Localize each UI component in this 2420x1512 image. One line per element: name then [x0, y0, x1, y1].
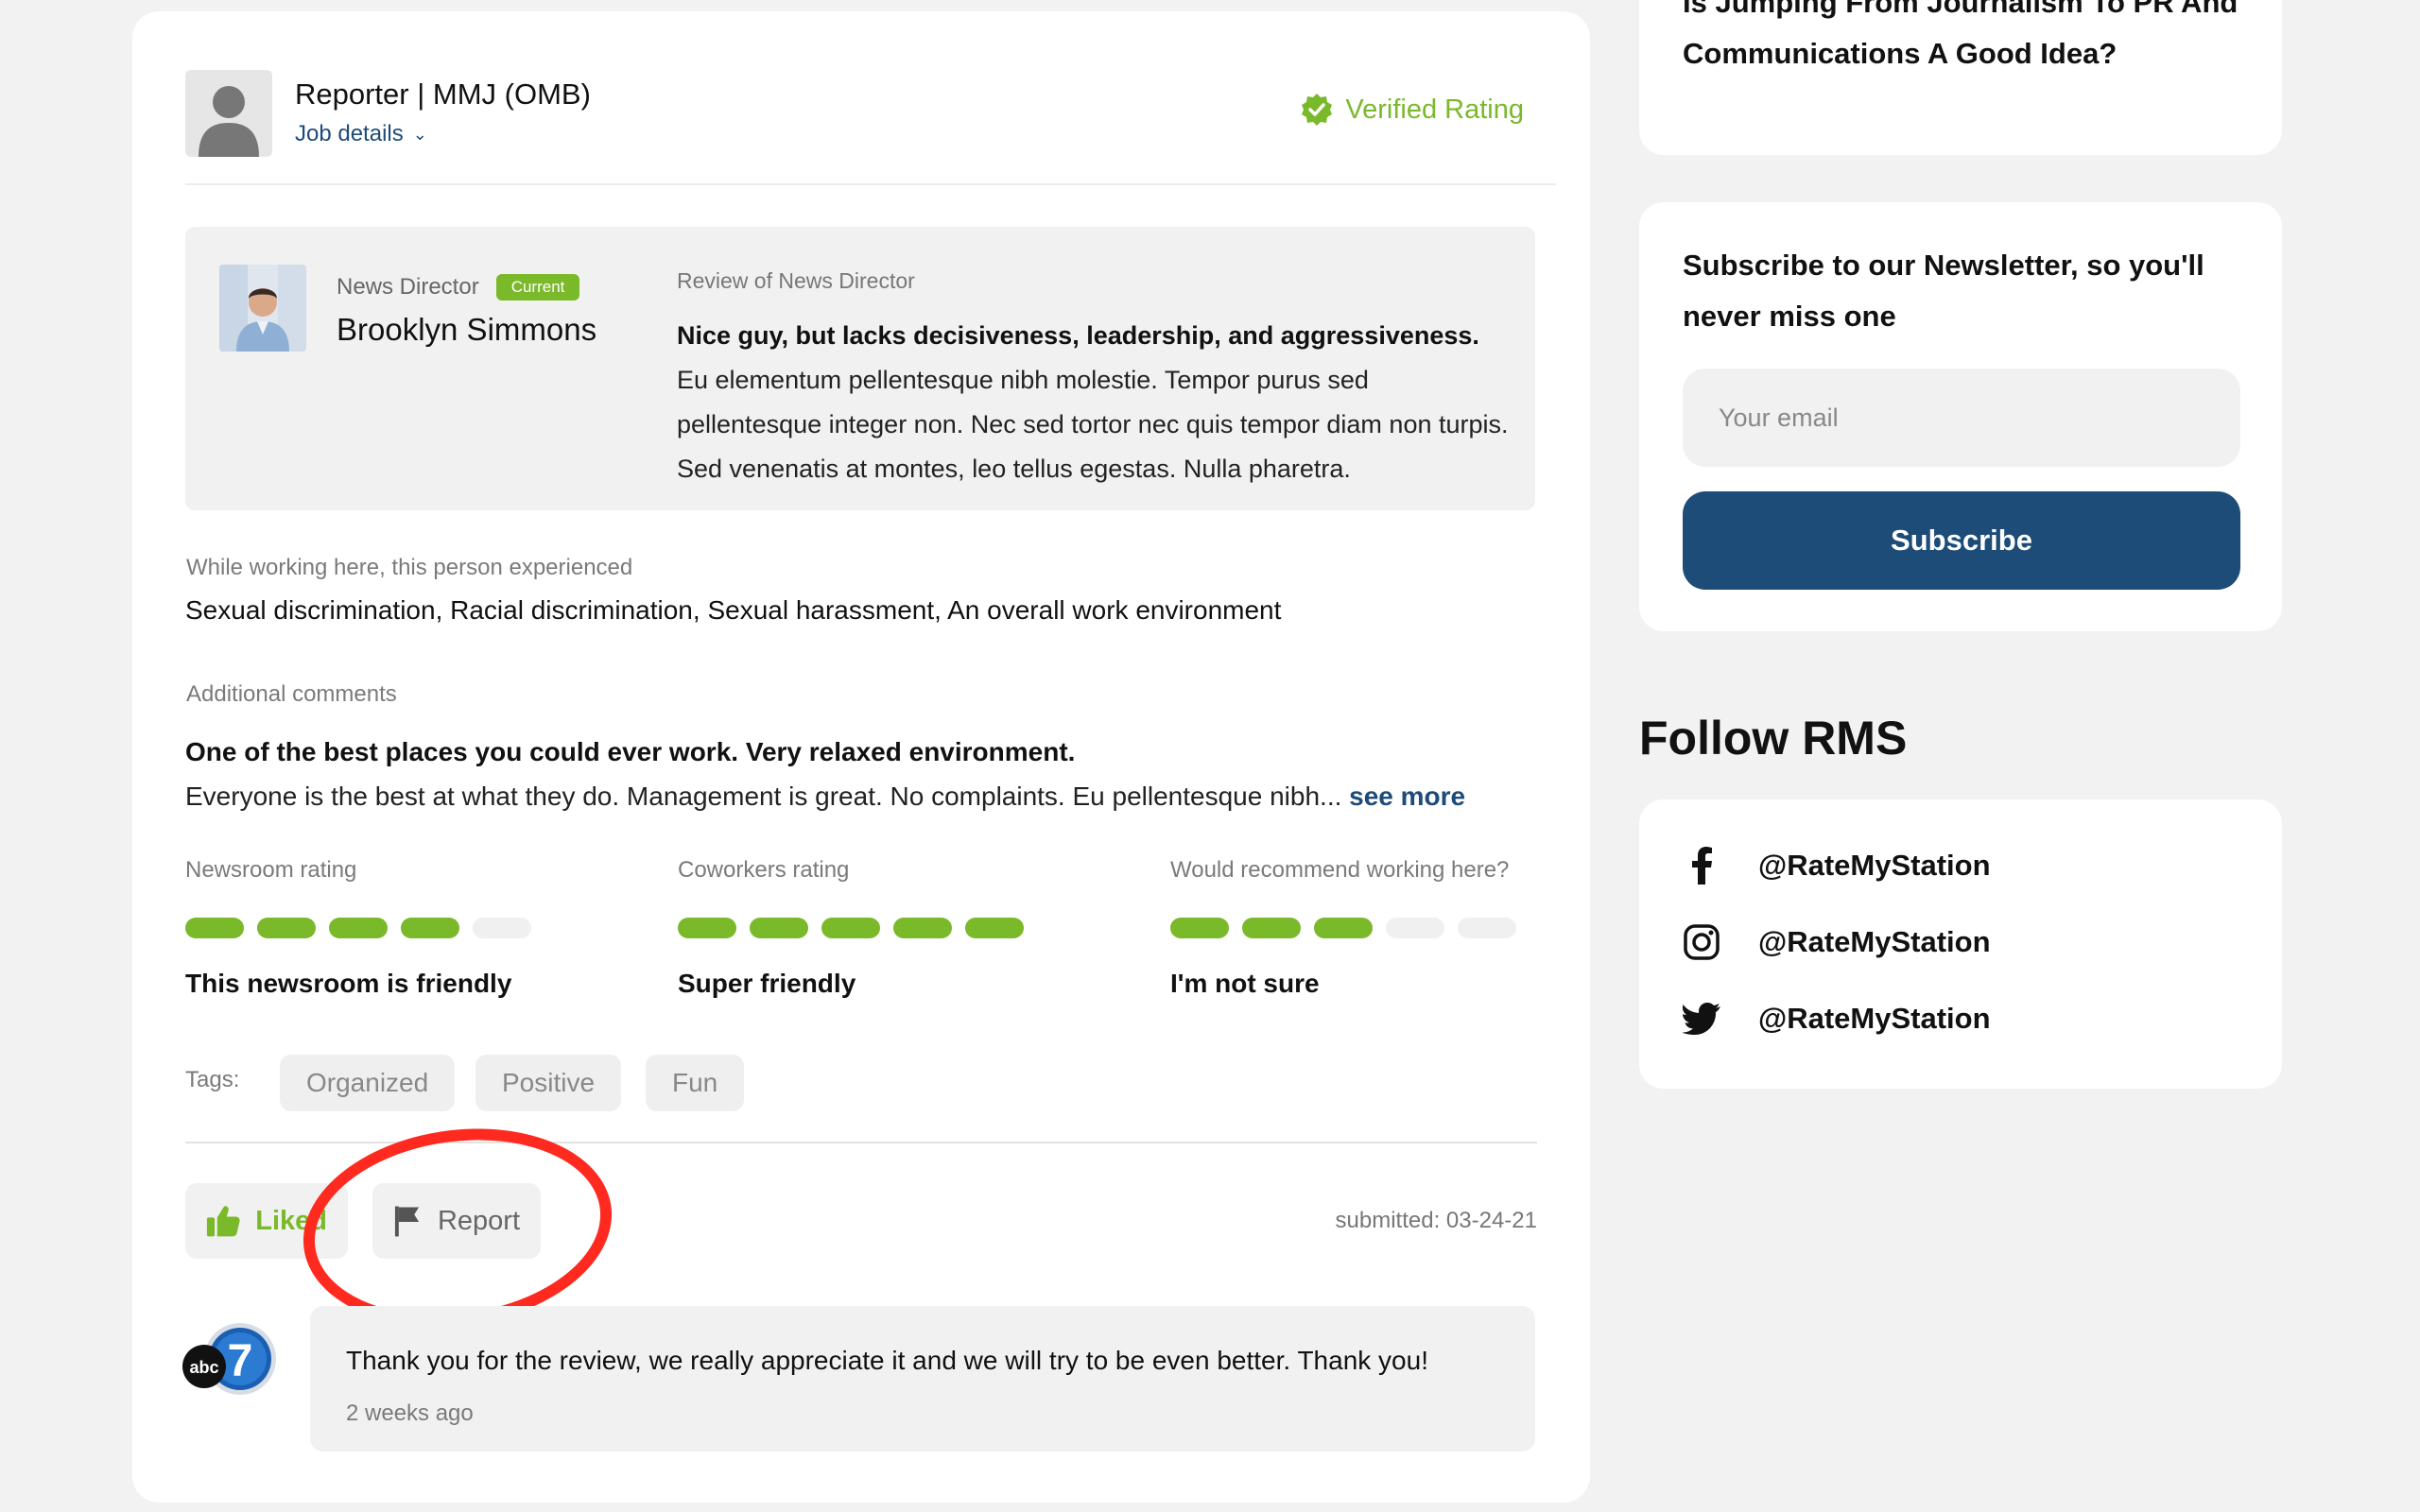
rating-segment	[965, 918, 1024, 938]
twitter-icon	[1683, 1000, 1720, 1038]
person-name: Brooklyn Simmons	[337, 312, 597, 347]
person-role-label: News Director	[337, 274, 479, 300]
station-logo-number: 7	[228, 1336, 253, 1386]
rating-text: I'm not sure	[1170, 969, 1320, 998]
tag-organized[interactable]: Organized	[280, 1055, 456, 1111]
tags-label: Tags:	[185, 1067, 240, 1092]
tag-fun[interactable]: Fun	[646, 1055, 745, 1111]
newsroom-rating: Newsroom rating This newsroom is friendl…	[185, 857, 563, 999]
job-title: Reporter | MMJ (OMB)	[295, 77, 591, 111]
rating-text: Super friendly	[678, 969, 856, 998]
facebook-link[interactable]: @RateMyStation	[1683, 847, 1991, 885]
social-links-card: @RateMyStation @RateMyStation @RateMySta…	[1639, 799, 2282, 1089]
rating-segment	[1242, 918, 1301, 938]
twitter-link[interactable]: @RateMyStation	[1683, 1000, 1991, 1038]
twitter-handle: @RateMyStation	[1758, 1002, 1991, 1035]
email-input[interactable]	[1683, 369, 2240, 467]
rating-segment	[678, 918, 736, 938]
job-details-label: Job details	[295, 121, 404, 146]
station-reply: Thank you for the review, we really appr…	[310, 1306, 1535, 1452]
review-text: Nice guy, but lacks decisiveness, leader…	[677, 314, 1509, 491]
verified-rating-badge: Verified Rating	[1300, 93, 1524, 127]
follow-title: Follow RMS	[1639, 712, 1908, 765]
person-photo	[219, 265, 306, 352]
experienced-value: Sexual discrimination, Racial discrimina…	[185, 595, 1282, 625]
rating-segment	[473, 918, 531, 938]
review-of-label: Review of News Director	[677, 268, 915, 293]
reply-time: 2 weeks ago	[346, 1400, 474, 1426]
actions-divider	[185, 1142, 1537, 1143]
rating-label: Coworkers rating	[678, 857, 850, 883]
reply-text: Thank you for the review, we really appr…	[346, 1346, 1428, 1375]
review-card: Reporter | MMJ (OMB) Job details ⌄ Verif…	[132, 11, 1590, 1503]
subscribe-button[interactable]: Subscribe	[1683, 491, 2240, 590]
current-badge: Current	[495, 274, 580, 301]
rating-label: Would recommend working here?	[1170, 857, 1510, 883]
rating-segment	[821, 918, 880, 938]
user-avatar-icon	[185, 70, 272, 157]
verified-label: Verified Rating	[1345, 94, 1524, 125]
rating-segment	[1386, 918, 1444, 938]
verified-check-icon	[1302, 94, 1333, 126]
experienced-label: While working here, this person experien…	[186, 555, 633, 580]
chevron-down-icon: ⌄	[412, 124, 427, 144]
manager-review-box: News Director Current Brooklyn Simmons R…	[185, 227, 1535, 510]
rating-segment	[1170, 918, 1229, 938]
rating-bars	[185, 918, 563, 938]
station-logo-icon: 7 abc	[182, 1319, 280, 1399]
thumbs-up-icon	[206, 1206, 240, 1237]
review-headline: Nice guy, but lacks decisiveness, leader…	[677, 321, 1479, 350]
newsletter-card: Subscribe to our Newsletter, so you'll n…	[1639, 202, 2282, 631]
instagram-handle: @RateMyStation	[1758, 925, 1991, 958]
job-details-toggle[interactable]: Job details ⌄	[295, 121, 427, 147]
newsletter-title: Subscribe to our Newsletter, so you'll n…	[1683, 249, 2204, 333]
recommend-rating: Would recommend working here? I'm not su…	[1170, 857, 1548, 999]
station-logo-text: abc	[189, 1358, 218, 1377]
facebook-icon	[1683, 847, 1720, 885]
facebook-handle: @RateMyStation	[1758, 849, 1991, 882]
instagram-icon	[1683, 923, 1720, 961]
person-role: News Director Current	[337, 274, 580, 301]
coworkers-rating: Coworkers rating Super friendly	[678, 857, 1056, 999]
rating-segment	[893, 918, 952, 938]
rating-bars	[1170, 918, 1548, 938]
submitted-date: submitted: 03-24-21	[1335, 1208, 1537, 1233]
tag-positive[interactable]: Positive	[475, 1055, 622, 1111]
article-title[interactable]: Is Jumping From Journalism To PR And Com…	[1683, 0, 2250, 79]
rating-segment	[750, 918, 808, 938]
review-body: Eu elementum pellentesque nibh molestie.…	[677, 366, 1509, 483]
rating-bars	[678, 918, 1056, 938]
comments-headline: One of the best places you could ever wo…	[185, 737, 1076, 766]
rating-segment	[1314, 918, 1373, 938]
rating-segment	[401, 918, 459, 938]
instagram-link[interactable]: @RateMyStation	[1683, 923, 1991, 961]
comments-body: Everyone is the best at what they do. Ma…	[185, 782, 1342, 811]
see-more-link[interactable]: see more	[1349, 782, 1465, 811]
rating-segment	[185, 918, 244, 938]
related-article-card[interactable]: Is Jumping From Journalism To PR And Com…	[1639, 0, 2282, 155]
rating-label: Newsroom rating	[185, 857, 357, 883]
rating-text: This newsroom is friendly	[185, 969, 512, 998]
rating-segment	[329, 918, 388, 938]
review-header: Reporter | MMJ (OMB) Job details ⌄ Verif…	[185, 59, 1537, 181]
rating-segment	[1458, 918, 1516, 938]
additional-comments: One of the best places you could ever wo…	[185, 730, 1547, 818]
comments-label: Additional comments	[186, 681, 397, 707]
rating-segment	[257, 918, 316, 938]
header-divider	[185, 183, 1556, 185]
